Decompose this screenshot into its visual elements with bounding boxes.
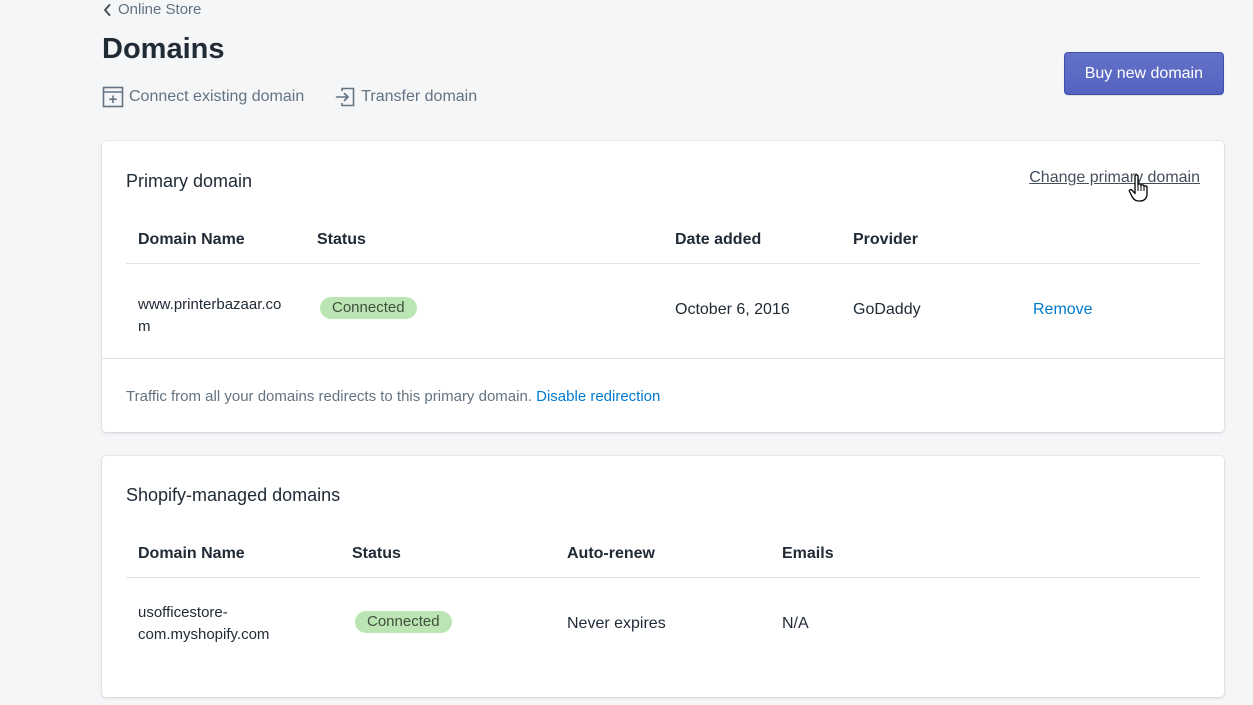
domain-name-cell: www.printerbazaar.com [138, 296, 282, 335]
status-badge: Connected [320, 297, 417, 319]
page-title: Domains [102, 33, 225, 65]
chevron-left-icon [104, 3, 111, 16]
header-domain-name: Domain Name [138, 545, 245, 562]
connect-existing-domain-button[interactable]: Connect existing domain [102, 86, 304, 108]
domain-name-cell: usofficestore-com.myshopify.com [138, 604, 270, 643]
header-domain-name: Domain Name [138, 231, 245, 248]
header-status: Status [352, 545, 401, 562]
disable-redirection-link[interactable]: Disable redirection [536, 388, 660, 405]
header-status: Status [317, 231, 366, 248]
shopify-managed-domains-title: Shopify-managed domains [126, 485, 341, 505]
status-badge: Connected [355, 611, 452, 633]
primary-domain-title: Primary domain [126, 171, 253, 191]
date-added-cell: October 6, 2016 [675, 301, 790, 318]
auto-renew-cell: Never expires [567, 615, 666, 632]
secondary-actions: Connect existing domain Transfer domain [102, 86, 477, 108]
transfer-domain-label: Transfer domain [361, 88, 478, 105]
primary-table-header: Domain Name Status Date added Provider [126, 217, 1200, 264]
redirect-info-label: Traffic from all your domains redirects … [126, 388, 532, 405]
connect-existing-domain-label: Connect existing domain [129, 88, 305, 105]
header-provider: Provider [853, 231, 918, 248]
change-primary-domain-link[interactable]: Change primary domain [1029, 169, 1200, 187]
shopify-managed-domains-card: Shopify-managed domains Domain Name Stat… [102, 456, 1224, 697]
header-date-added: Date added [675, 231, 762, 248]
emails-cell: N/A [782, 615, 809, 632]
redirect-info-text: Traffic from all your domains redirects … [126, 388, 660, 405]
header-auto-renew: Auto-renew [567, 545, 655, 562]
provider-cell: GoDaddy [853, 301, 921, 318]
breadcrumb-label: Online Store [118, 1, 202, 18]
hand-cursor-icon [1128, 174, 1148, 202]
buy-new-domain-button[interactable]: Buy new domain [1063, 52, 1224, 95]
managed-table-header: Domain Name Status Auto-renew Emails [126, 531, 1200, 578]
transfer-domain-button[interactable]: Transfer domain [334, 86, 477, 108]
primary-card-footer: Traffic from all your domains redirects … [102, 358, 1224, 433]
table-row: usofficestore-com.myshopify.com Connecte… [126, 577, 1200, 673]
header-emails: Emails [782, 545, 834, 562]
remove-domain-link[interactable]: Remove [1033, 301, 1093, 319]
connect-domain-icon [102, 86, 124, 108]
transfer-domain-icon [335, 87, 355, 107]
table-row: www.printerbazaar.com Connected October … [126, 263, 1200, 359]
primary-domain-card: Primary domain Change primary domain Dom… [102, 141, 1224, 432]
breadcrumb-back-link[interactable]: Online Store [102, 1, 201, 18]
